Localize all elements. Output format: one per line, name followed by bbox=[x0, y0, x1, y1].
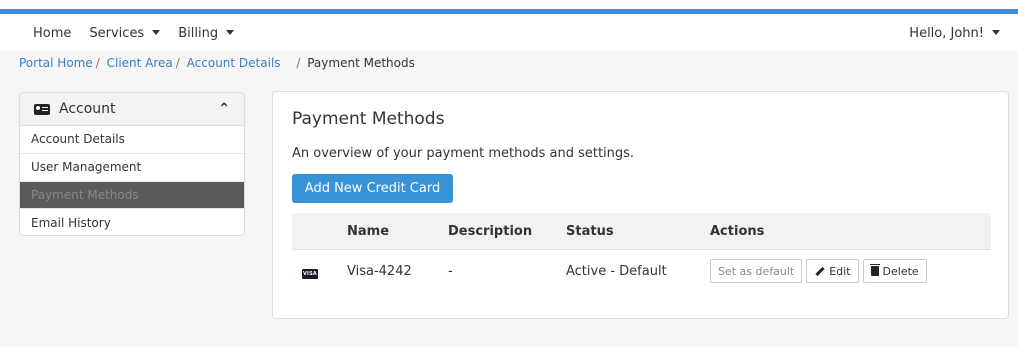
breadcrumb-link[interactable]: Client Area bbox=[107, 56, 173, 70]
trash-icon bbox=[869, 264, 880, 276]
sidebar-item-payment-methods[interactable]: Payment Methods bbox=[20, 181, 244, 210]
nav-billing[interactable]: Billing bbox=[178, 26, 235, 41]
pencil-icon bbox=[814, 266, 825, 277]
card-status: Active - Default bbox=[566, 263, 667, 279]
column-header-status: Status bbox=[566, 223, 614, 239]
id-card-icon bbox=[34, 103, 50, 115]
user-menu[interactable]: Hello, John! bbox=[909, 26, 1000, 41]
breadcrumb: Portal Home / Client Area / Account Detail… bbox=[19, 56, 415, 70]
card-name: Visa-4242 bbox=[347, 263, 412, 279]
edit-button[interactable]: Edit bbox=[806, 259, 859, 283]
breadcrumb-link[interactable]: Portal Home bbox=[19, 56, 93, 70]
sidebar-item-email-history[interactable]: Email History bbox=[20, 209, 244, 235]
user-greeting: Hello, John! bbox=[909, 26, 984, 41]
table-header: Name Description Status Actions bbox=[292, 213, 991, 250]
page-title: Payment Methods bbox=[292, 109, 445, 129]
payment-methods-table: Name Description Status Actions VISA Vis… bbox=[292, 213, 991, 292]
caret-down-icon bbox=[992, 30, 1000, 35]
add-credit-card-button[interactable]: Add New Credit Card bbox=[292, 174, 453, 203]
account-sidebar: Account ⌃ Account Details User Managemen… bbox=[19, 92, 245, 236]
table-row: VISA Visa-4242 - Active - Default Set as… bbox=[292, 250, 991, 292]
accent-bar bbox=[0, 9, 1018, 14]
sidebar-header[interactable]: Account ⌃ bbox=[20, 93, 244, 126]
nav-home[interactable]: Home bbox=[33, 26, 71, 41]
edit-label: Edit bbox=[829, 264, 851, 278]
chevron-up-icon[interactable]: ⌃ bbox=[218, 101, 230, 117]
nav-services[interactable]: Services bbox=[89, 26, 161, 41]
top-navbar: Home Services Billing Hello, John! bbox=[0, 0, 1018, 51]
card-description: - bbox=[448, 263, 453, 279]
delete-button[interactable]: Delete bbox=[862, 259, 927, 283]
delete-label: Delete bbox=[882, 264, 919, 278]
nav-billing-label: Billing bbox=[178, 26, 219, 41]
column-header-description: Description bbox=[448, 223, 533, 239]
sidebar-item-user-management[interactable]: User Management bbox=[20, 154, 244, 182]
set-default-button[interactable]: Set as default bbox=[710, 259, 803, 283]
breadcrumb-link[interactable]: Account Details bbox=[187, 56, 281, 70]
payment-methods-panel: Payment Methods An overview of your paym… bbox=[272, 91, 1009, 319]
caret-down-icon bbox=[152, 30, 161, 35]
column-header-actions: Actions bbox=[710, 223, 765, 239]
sidebar-title: Account bbox=[59, 101, 116, 117]
main-nav: Home Services Billing bbox=[33, 26, 235, 41]
sidebar-item-account-details[interactable]: Account Details bbox=[20, 126, 244, 154]
column-header-name: Name bbox=[347, 223, 390, 239]
breadcrumb-current: Payment Methods bbox=[307, 56, 415, 70]
visa-card-icon: VISA bbox=[302, 268, 318, 279]
nav-services-label: Services bbox=[89, 26, 145, 41]
page-description: An overview of your payment methods and … bbox=[292, 146, 635, 161]
caret-down-icon bbox=[226, 30, 235, 35]
